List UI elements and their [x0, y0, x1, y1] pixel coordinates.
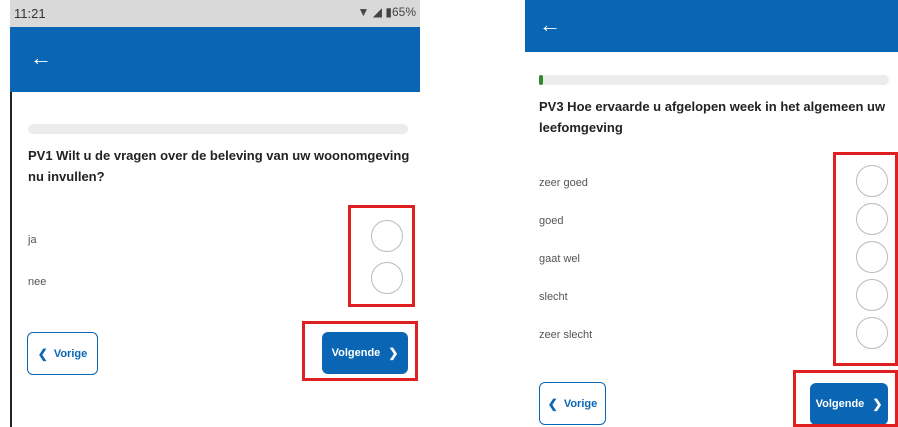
prev-button[interactable]: ❮ Vorige [539, 382, 606, 425]
back-arrow-icon[interactable]: ← [30, 47, 52, 69]
status-time: 11:21 [14, 6, 46, 21]
prev-button-label: Vorige [53, 347, 88, 360]
prev-button[interactable]: ❮ Vorige [27, 332, 98, 375]
option-label-zeer-goed: zeer goed [539, 177, 588, 189]
option-label-goed: goed [539, 215, 564, 227]
prev-button-label: Vorige [563, 397, 598, 410]
app-bar: ← [10, 27, 420, 92]
progress-bar [28, 124, 408, 134]
option-label-slecht: slecht [539, 291, 568, 303]
highlight-box-options [833, 152, 898, 366]
option-label-ja: ja [28, 234, 37, 246]
chevron-left-icon: ❮ [547, 396, 558, 411]
highlight-box-options [348, 205, 415, 307]
highlight-box-next [302, 321, 418, 381]
chevron-left-icon: ❮ [37, 346, 48, 361]
question-text: PV3 Hoe ervaarde u afgelopen week in het… [539, 99, 886, 135]
signal-icon: ◢ [372, 5, 383, 19]
progress-bar [539, 75, 889, 85]
progress-fill [539, 75, 543, 85]
wifi-icon: ▼ [357, 5, 370, 19]
screen-pv1: 11:21 ▼ ◢ ▮65% ← PV1 Wilt u de vragen ov… [10, 0, 420, 427]
option-label-zeer-slecht: zeer slecht [539, 329, 593, 341]
status-bar: 11:21 ▼ ◢ ▮65% [10, 0, 420, 27]
highlight-box-next [793, 370, 898, 427]
back-arrow-icon[interactable]: ← [539, 14, 561, 36]
question-text: PV1 Wilt u de vragen over de beleving va… [28, 148, 410, 184]
option-label-gaat-wel: gaat wel [539, 253, 580, 265]
screen-edge [10, 92, 12, 427]
option-label-nee: nee [28, 276, 47, 288]
app-bar: ← [525, 0, 898, 52]
battery-icon: ▮ [385, 5, 392, 19]
battery-level: 65% [391, 5, 416, 19]
screen-pv3: ← PV3 Hoe ervaarde u afgelopen week in h… [525, 0, 898, 427]
